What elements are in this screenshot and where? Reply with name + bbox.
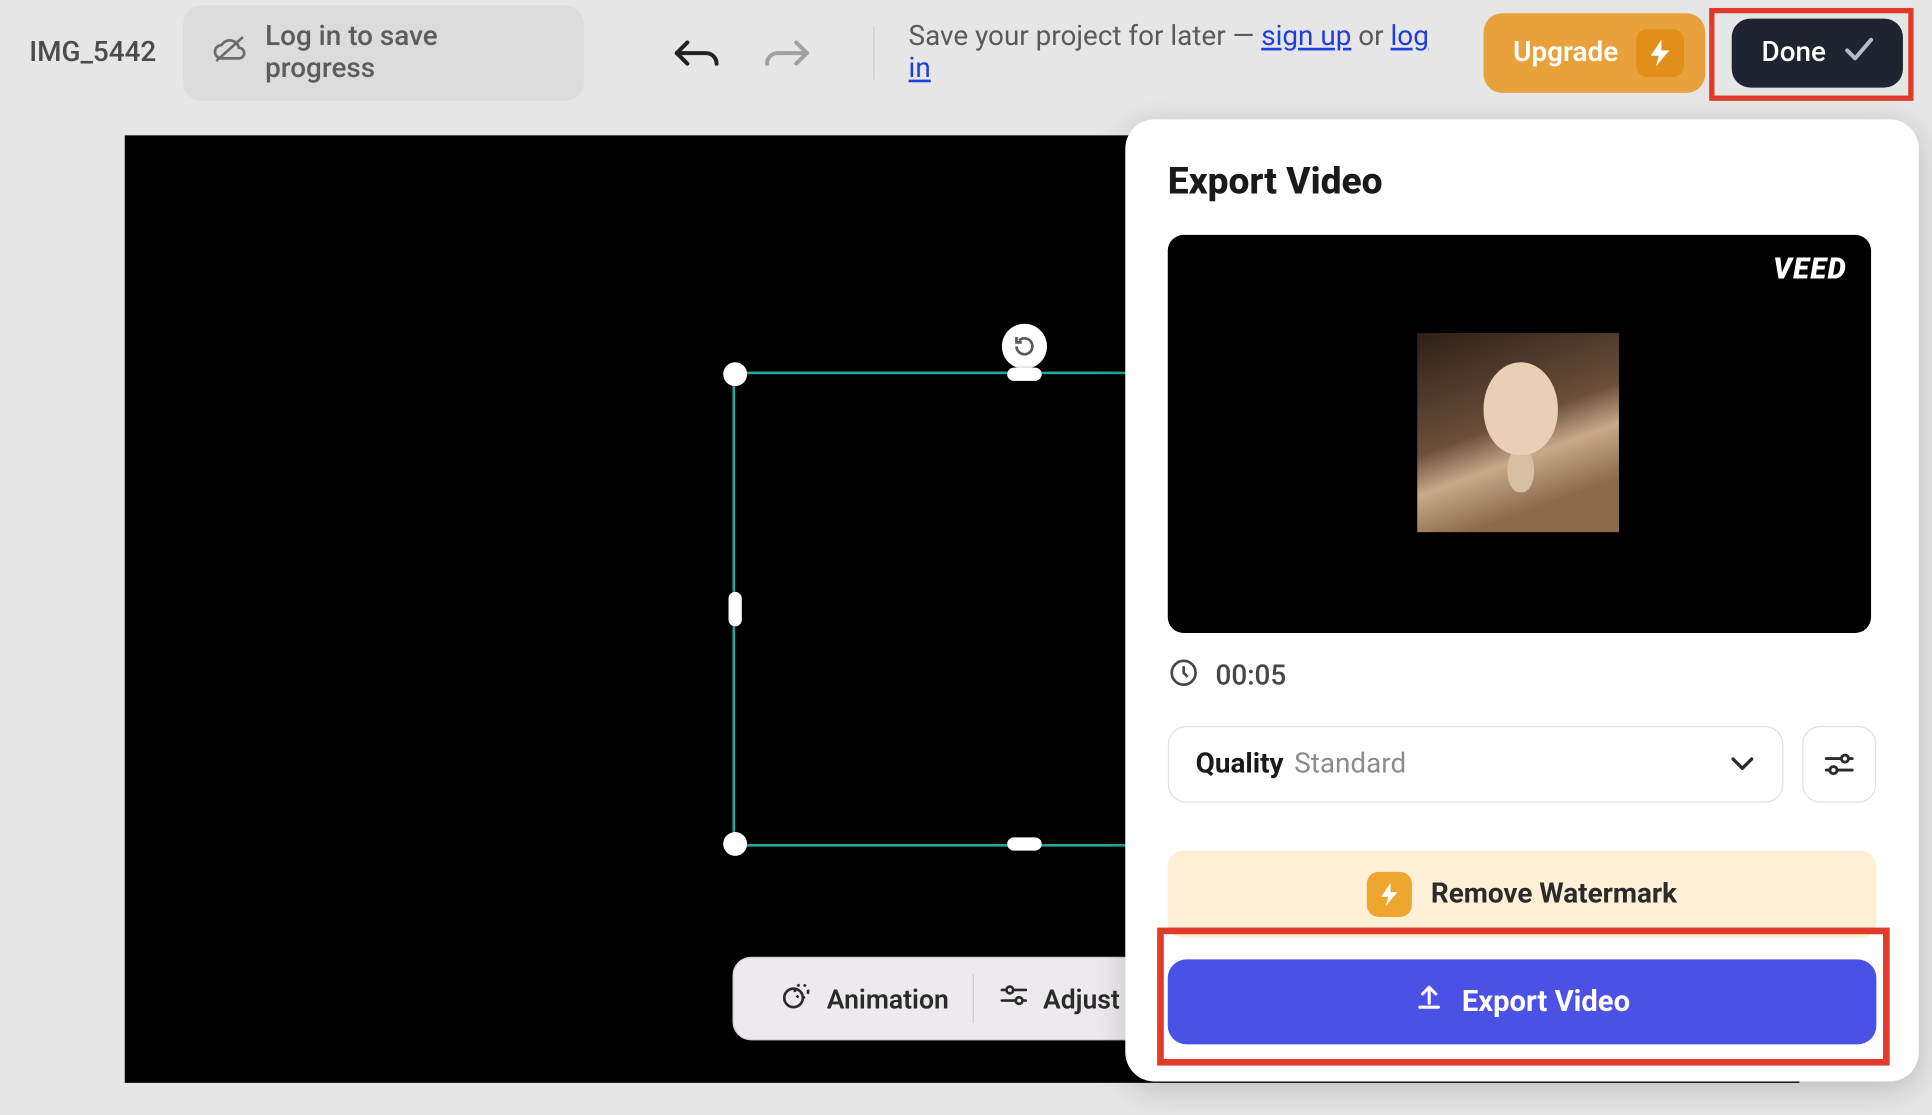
bolt-icon	[1637, 29, 1685, 77]
animation-label: Animation	[827, 983, 949, 1015]
quality-dropdown[interactable]: Quality Standard	[1168, 726, 1784, 803]
resize-handle-left[interactable]	[729, 592, 742, 627]
export-panel: Export Video VEED 00:05 Quality Standard	[1125, 119, 1919, 1081]
animation-button[interactable]: Animation	[758, 974, 973, 1023]
project-title[interactable]: IMG_5442	[29, 37, 156, 69]
redo-button[interactable]	[761, 37, 811, 69]
remove-watermark-button[interactable]: Remove Watermark	[1168, 851, 1877, 939]
resize-handle-bottom-left[interactable]	[723, 832, 747, 856]
resize-handle-bottom[interactable]	[1007, 837, 1042, 850]
export-panel-title: Export Video	[1168, 159, 1877, 203]
quality-label: Quality	[1196, 748, 1284, 780]
save-text-prefix: Save your project for later —	[909, 21, 1262, 53]
done-label: Done	[1762, 37, 1826, 69]
export-preview: VEED	[1168, 235, 1871, 633]
watermark-logo: VEED	[1773, 253, 1847, 286]
resize-handle-top-left[interactable]	[723, 362, 747, 386]
clock-icon	[1168, 657, 1200, 697]
upgrade-button[interactable]: Upgrade	[1484, 13, 1706, 93]
signup-link[interactable]: sign up	[1261, 21, 1351, 53]
login-save-label: Log in to save progress	[265, 21, 554, 85]
check-icon	[1845, 37, 1874, 69]
adjust-label: Adjust	[1043, 983, 1120, 1015]
duration-text: 00:05	[1216, 661, 1287, 693]
adjust-button[interactable]: Adjust	[973, 974, 1144, 1023]
export-video-label: Export Video	[1462, 985, 1630, 1018]
rotate-handle[interactable]	[1002, 324, 1047, 369]
done-button[interactable]: Done	[1732, 19, 1903, 88]
remove-watermark-label: Remove Watermark	[1431, 878, 1677, 910]
resize-handle-top[interactable]	[1007, 368, 1042, 381]
sliders-icon	[998, 979, 1030, 1017]
chevron-down-icon	[1729, 748, 1756, 780]
quality-value: Standard	[1294, 748, 1406, 780]
bolt-icon	[1367, 872, 1412, 917]
upload-icon	[1414, 983, 1443, 1020]
upgrade-label: Upgrade	[1513, 37, 1618, 69]
or-text: or	[1351, 21, 1390, 53]
login-save-button[interactable]: Log in to save progress	[183, 5, 584, 101]
export-settings-button[interactable]	[1802, 726, 1876, 803]
export-video-button[interactable]: Export Video	[1168, 959, 1877, 1044]
divider	[873, 27, 874, 80]
canvas-toolbar: Animation Adjust	[733, 957, 1169, 1041]
animation-icon	[782, 979, 814, 1017]
cloud-off-icon	[212, 35, 247, 72]
undo-button[interactable]	[671, 37, 721, 69]
save-project-prompt: Save your project for later — sign up or…	[909, 21, 1458, 85]
preview-thumbnail	[1417, 333, 1619, 532]
